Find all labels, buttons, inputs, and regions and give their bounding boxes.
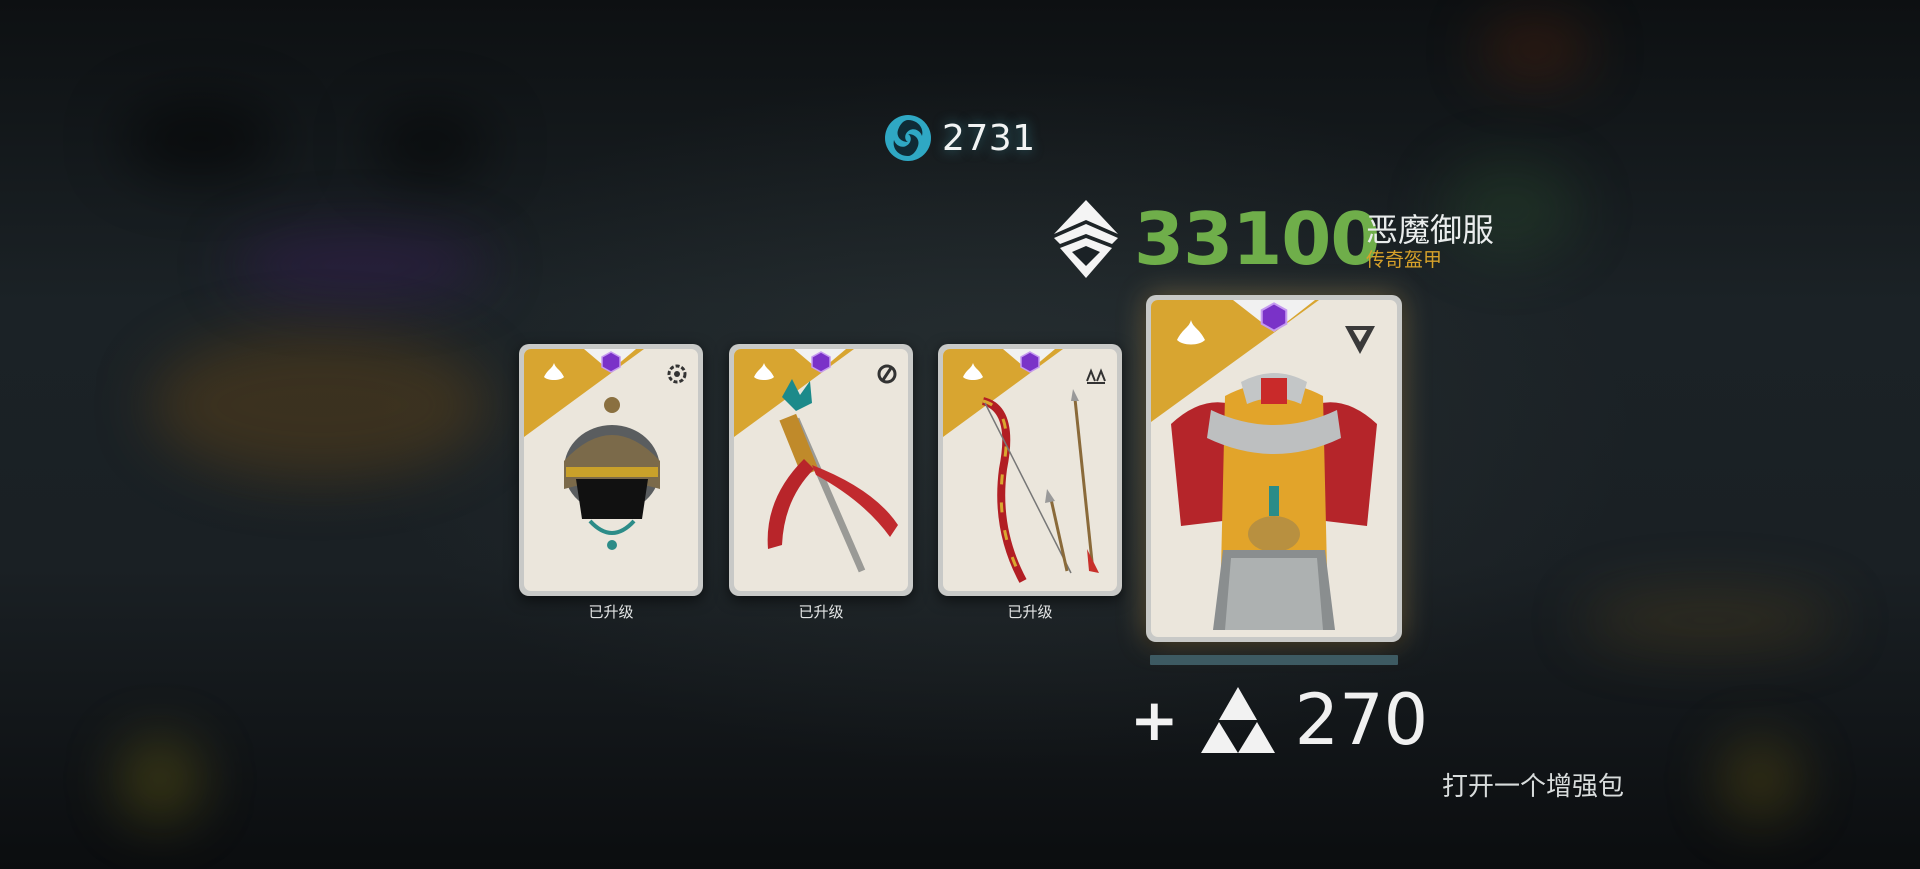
card-face bbox=[1151, 300, 1397, 637]
bow-and-arrows-icon bbox=[943, 349, 1099, 583]
card-status-label: 已升级 bbox=[1007, 603, 1053, 621]
triforce-icon bbox=[1200, 687, 1275, 753]
card-staff[interactable] bbox=[729, 344, 913, 596]
card-helmet[interactable] bbox=[519, 344, 703, 596]
item-name: 恶魔御服 bbox=[1366, 211, 1495, 249]
currency-display: 2731 bbox=[884, 114, 1036, 162]
upgrade-progress-bar bbox=[1150, 655, 1398, 665]
background-blur bbox=[230, 230, 490, 300]
card-status-label: 已升级 bbox=[798, 603, 844, 621]
gear-score: 33100 bbox=[1050, 200, 1380, 278]
card-status-label: 已升级 bbox=[588, 603, 634, 621]
item-info: 恶魔御服 传奇盔甲 bbox=[1366, 212, 1494, 272]
purple-gem-icon bbox=[601, 351, 621, 373]
background-blur bbox=[120, 100, 280, 180]
diamond-emblem-icon bbox=[1054, 200, 1118, 278]
background-blur bbox=[1480, 20, 1590, 80]
item-type: 传奇盔甲 bbox=[1366, 249, 1443, 271]
reward-display: + 270 bbox=[1130, 685, 1428, 755]
card-bow[interactable] bbox=[938, 344, 1122, 596]
arrowhead-icon bbox=[1345, 326, 1375, 354]
ribbon-staff-icon bbox=[734, 349, 898, 573]
pack-reward-screen: 2731 33100 恶魔御服 传奇盔甲 已升级 已升级 已升级 + 270 打… bbox=[0, 0, 1920, 869]
swirl-orb-icon bbox=[885, 115, 931, 161]
background-blur bbox=[370, 110, 490, 180]
purple-gem-icon bbox=[1260, 302, 1288, 332]
card-face bbox=[524, 349, 698, 591]
reward-plus: + bbox=[1130, 686, 1179, 754]
gear-score-value: 33100 bbox=[1134, 197, 1380, 281]
purple-gem-icon bbox=[811, 351, 831, 373]
background-blur bbox=[150, 330, 490, 480]
card-face bbox=[943, 349, 1117, 591]
triple-peak-icon bbox=[1086, 368, 1106, 384]
card-face bbox=[734, 349, 908, 591]
open-pack-button[interactable]: 打开一个增强包 bbox=[1442, 766, 1624, 803]
currency-amount: 2731 bbox=[942, 117, 1036, 159]
background-blur bbox=[1580, 590, 1840, 650]
card-armor-featured[interactable] bbox=[1146, 295, 1402, 642]
gear-ring-icon bbox=[667, 364, 687, 384]
yin-crescent-icon bbox=[877, 364, 897, 384]
background-blur bbox=[1720, 740, 1800, 820]
background-blur bbox=[120, 740, 200, 820]
reward-amount: 270 bbox=[1294, 679, 1429, 761]
helmet-icon bbox=[524, 349, 660, 550]
purple-gem-icon bbox=[1020, 351, 1040, 373]
